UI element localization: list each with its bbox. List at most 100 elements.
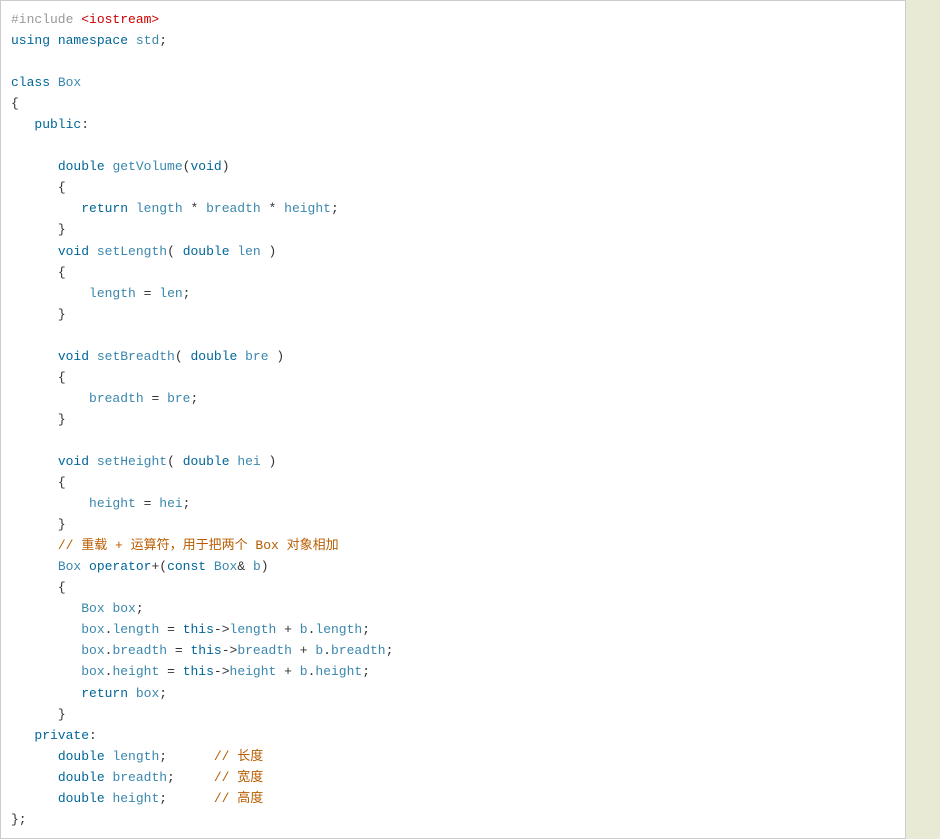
code-token xyxy=(11,580,58,595)
code-token: double xyxy=(58,749,105,764)
code-token: len xyxy=(159,286,182,301)
code-token xyxy=(11,391,89,406)
code-token xyxy=(11,664,81,679)
code-token xyxy=(261,244,269,259)
code-token: // 高度 xyxy=(214,791,263,806)
code-token: ( xyxy=(167,244,175,259)
code-token: Box xyxy=(58,75,81,90)
code-token: length xyxy=(89,286,136,301)
code-token: -> xyxy=(214,664,230,679)
code-token xyxy=(245,559,253,574)
code-token: double xyxy=(58,159,105,174)
code-token xyxy=(89,244,97,259)
code-token xyxy=(167,791,214,806)
code-token: ; xyxy=(386,643,394,658)
code-token: // 宽度 xyxy=(214,770,263,785)
code-token: this xyxy=(183,664,214,679)
code-token: length xyxy=(230,622,277,637)
code-token: ( xyxy=(159,559,167,574)
code-token: height xyxy=(284,201,331,216)
code-token: ; xyxy=(159,749,167,764)
code-token: b xyxy=(253,559,261,574)
code-token: // 重载 + 运算符，用于把两个 Box 对象相加 xyxy=(58,538,339,553)
code-token: getVolume xyxy=(112,159,182,174)
code-token: ) xyxy=(269,244,277,259)
code-token: std xyxy=(136,33,159,48)
code-token: len xyxy=(237,244,260,259)
code-token xyxy=(11,222,58,237)
code-token: b xyxy=(315,643,323,658)
code-token: length xyxy=(112,622,159,637)
code-token: ( xyxy=(175,349,183,364)
code-token: = xyxy=(167,622,175,637)
code-token xyxy=(159,391,167,406)
code-token xyxy=(81,559,89,574)
code-token xyxy=(11,244,58,259)
code-token: : xyxy=(81,117,89,132)
code-token xyxy=(11,496,89,511)
code-token: ; xyxy=(136,601,144,616)
code-token: breadth xyxy=(112,770,167,785)
code-token xyxy=(276,622,284,637)
code-token xyxy=(89,454,97,469)
code-token xyxy=(136,286,144,301)
code-token xyxy=(128,201,136,216)
code-token: double xyxy=(183,244,230,259)
code-token: setHeight xyxy=(97,454,167,469)
code-token: = xyxy=(175,643,183,658)
code-token: void xyxy=(190,159,221,174)
code-token: ; xyxy=(190,391,198,406)
code-content: #include <iostream> using namespace std;… xyxy=(11,9,895,830)
code-token: ; xyxy=(331,201,339,216)
code-token xyxy=(89,349,97,364)
code-token xyxy=(276,201,284,216)
code-token: // 长度 xyxy=(214,749,263,764)
code-token: void xyxy=(58,244,89,259)
code-token xyxy=(128,686,136,701)
code-token: box xyxy=(81,643,104,658)
code-token: } xyxy=(58,222,66,237)
code-token: height xyxy=(112,791,159,806)
code-token xyxy=(11,749,58,764)
code-token: double xyxy=(58,770,105,785)
code-token: bre xyxy=(167,391,190,406)
code-token: & xyxy=(237,559,245,574)
code-token xyxy=(11,117,34,132)
code-token: height xyxy=(315,664,362,679)
code-token: return xyxy=(81,201,128,216)
code-token: }; xyxy=(11,812,27,827)
code-token: ; xyxy=(362,622,370,637)
code-token: const xyxy=(167,559,206,574)
code-token: breadth xyxy=(331,643,386,658)
code-token xyxy=(159,664,167,679)
code-token xyxy=(292,664,300,679)
code-token xyxy=(50,33,58,48)
code-token: height xyxy=(112,664,159,679)
code-token: #include xyxy=(11,12,81,27)
code-token xyxy=(50,75,58,90)
code-token: { xyxy=(58,580,66,595)
code-token: box xyxy=(112,601,135,616)
code-token: Box xyxy=(58,559,81,574)
code-token xyxy=(11,475,58,490)
code-token: ; xyxy=(362,664,370,679)
code-token: operator xyxy=(89,559,151,574)
code-token xyxy=(11,643,81,658)
code-token: ( xyxy=(167,454,175,469)
code-token: -> xyxy=(214,622,230,637)
code-token xyxy=(276,664,284,679)
code-token xyxy=(11,791,58,806)
code-token: void xyxy=(58,349,89,364)
code-token: } xyxy=(58,517,66,532)
code-token: class xyxy=(11,75,50,90)
code-token: ; xyxy=(167,770,175,785)
code-token: { xyxy=(58,180,66,195)
code-token xyxy=(11,770,58,785)
code-token: height xyxy=(230,664,277,679)
code-token: breadth xyxy=(89,391,144,406)
code-token: ) xyxy=(269,454,277,469)
code-token: } xyxy=(58,307,66,322)
code-token: length xyxy=(315,622,362,637)
code-token xyxy=(292,643,300,658)
code-token xyxy=(175,454,183,469)
